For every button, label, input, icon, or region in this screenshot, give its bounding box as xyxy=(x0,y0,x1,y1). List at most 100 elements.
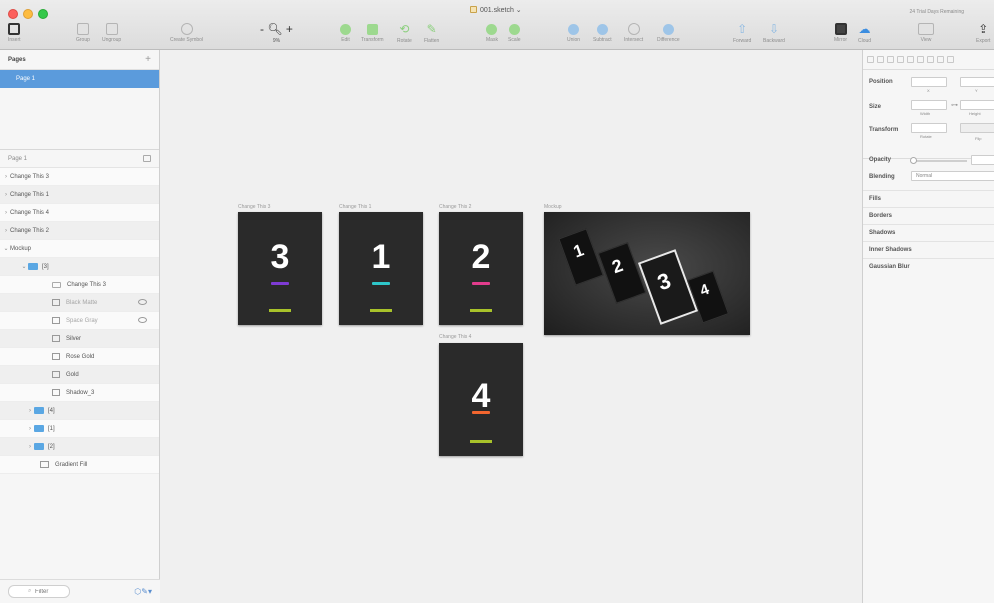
zoom-control[interactable]: - 🔍︎ + 9% xyxy=(260,22,293,44)
forward-button[interactable]: ⇧ Forward xyxy=(733,22,751,44)
backward-icon: ⇩ xyxy=(768,22,779,36)
subtract-button[interactable]: Subtract xyxy=(593,22,612,43)
mask-button[interactable]: Mask xyxy=(486,22,498,43)
inner-shadows-section[interactable]: Inner Shadows xyxy=(863,241,994,258)
gaussian-blur-section[interactable]: Gaussian Blur xyxy=(863,258,994,275)
transform-button[interactable]: Transform xyxy=(361,22,384,43)
align-bottom-icon[interactable] xyxy=(917,56,924,63)
eye-icon[interactable] xyxy=(138,317,147,323)
layer-row[interactable]: › [2] xyxy=(0,438,159,456)
insert-button[interactable]: Insert xyxy=(8,22,21,43)
rotate-field[interactable] xyxy=(911,123,947,133)
height-field[interactable] xyxy=(960,100,994,110)
flip-buttons[interactable] xyxy=(960,123,994,133)
align-center-icon[interactable] xyxy=(877,56,884,63)
artboard-change-this-4[interactable]: 4 xyxy=(439,343,523,456)
disclosure-arrow-icon[interactable]: › xyxy=(2,228,10,234)
disclosure-arrow-down-icon[interactable]: ⌄ xyxy=(20,263,28,270)
layer-row[interactable]: › Change This 2 xyxy=(0,222,159,240)
layer-row[interactable]: Gold xyxy=(0,366,159,384)
filter-input[interactable] xyxy=(8,585,70,598)
borders-section[interactable]: Borders xyxy=(863,207,994,224)
layer-row[interactable]: › Change This 4 xyxy=(0,204,159,222)
layer-row[interactable]: ⌄ Mockup xyxy=(0,240,159,258)
layer-label: Change This 3 xyxy=(67,281,106,288)
rotate-button[interactable]: ⟲ Rotate xyxy=(397,22,412,44)
scale-button[interactable]: Scale xyxy=(508,22,521,43)
distribute-vertical-icon[interactable] xyxy=(937,56,944,63)
artboard-title[interactable]: Mockup xyxy=(544,204,562,210)
artboard-change-this-2[interactable]: 2 xyxy=(439,212,523,325)
layer-row[interactable]: › [1] xyxy=(0,420,159,438)
filter-bar: ⌕ ⬡✎▾ xyxy=(0,579,160,603)
canvas[interactable]: Change This 3 3 Change This 1 1 Change T… xyxy=(160,50,862,603)
ungroup-label: Ungroup xyxy=(102,37,122,43)
view-button[interactable]: View xyxy=(918,22,934,43)
align-top-icon[interactable] xyxy=(897,56,904,63)
eye-icon[interactable] xyxy=(138,299,147,305)
shadows-section[interactable]: Shadows xyxy=(863,224,994,241)
opacity-field[interactable] xyxy=(971,155,994,165)
layer-row[interactable]: Silver xyxy=(0,330,159,348)
blending-select[interactable]: Normal xyxy=(911,171,994,181)
ungroup-button[interactable]: Ungroup xyxy=(102,22,121,43)
mirror-button[interactable]: Mirror xyxy=(834,22,847,43)
group-label: Group xyxy=(76,37,90,43)
disclosure-arrow-down-icon[interactable]: ⌄ xyxy=(2,245,10,252)
layer-row[interactable]: Shadow_3 xyxy=(0,384,159,402)
create-symbol-label: Create Symbol xyxy=(170,37,204,43)
difference-button[interactable]: Difference xyxy=(657,22,680,43)
flatten-button[interactable]: ✎ Flatten xyxy=(424,22,439,44)
align-left-icon[interactable] xyxy=(867,56,874,63)
artboard-title[interactable]: Change This 2 xyxy=(439,204,471,210)
add-page-button[interactable]: + xyxy=(145,54,151,65)
group-button[interactable]: Group xyxy=(76,22,90,43)
fills-section[interactable]: Fills xyxy=(863,190,994,207)
artboard-title[interactable]: Change This 4 xyxy=(439,334,471,340)
artboard-mockup[interactable]: 1 2 3 4 xyxy=(544,212,750,335)
layer-row[interactable]: ⌄ [3] xyxy=(0,258,159,276)
align-middle-icon[interactable] xyxy=(907,56,914,63)
position-x-field[interactable] xyxy=(911,77,947,87)
intersect-button[interactable]: Intersect xyxy=(624,22,643,43)
union-button[interactable]: Union xyxy=(567,22,580,43)
layer-row[interactable]: Rose Gold xyxy=(0,348,159,366)
export-button[interactable]: ⇪ Export xyxy=(976,22,990,44)
backward-button[interactable]: ⇩ Backward xyxy=(763,22,785,44)
distribute-horizontal-icon[interactable] xyxy=(927,56,934,63)
width-field[interactable] xyxy=(911,100,947,110)
blending-label: Blending xyxy=(869,174,895,180)
lock-ratio-icon[interactable]: ⊶ xyxy=(951,101,958,109)
minimize-window-button[interactable] xyxy=(23,9,33,19)
artboard-title[interactable]: Change This 3 xyxy=(238,204,270,210)
layer-row[interactable]: Black Matte xyxy=(0,294,159,312)
edit-button[interactable]: Edit xyxy=(340,22,351,43)
cloud-button[interactable]: ☁ Cloud xyxy=(858,22,871,44)
close-window-button[interactable] xyxy=(8,9,18,19)
filter-options-icon[interactable]: ⬡✎▾ xyxy=(134,587,152,596)
disclosure-arrow-icon[interactable]: › xyxy=(2,192,10,198)
collapse-layers-icon[interactable] xyxy=(143,155,151,162)
layer-row[interactable]: Space Gray xyxy=(0,312,159,330)
opacity-slider-knob[interactable] xyxy=(910,157,917,164)
artboard-change-this-1[interactable]: 1 xyxy=(339,212,423,325)
create-symbol-button[interactable]: Create Symbol xyxy=(170,22,203,43)
layer-row[interactable]: › Change This 3 xyxy=(0,168,159,186)
opacity-slider-track[interactable] xyxy=(911,160,967,162)
disclosure-arrow-icon[interactable]: › xyxy=(26,408,34,414)
disclosure-arrow-icon[interactable]: › xyxy=(2,210,10,216)
disclosure-arrow-icon[interactable]: › xyxy=(2,174,10,180)
disclosure-arrow-icon[interactable]: › xyxy=(26,444,34,450)
layer-row[interactable]: Change This 3 xyxy=(0,276,159,294)
align-extra-icon[interactable] xyxy=(947,56,954,63)
maximize-window-button[interactable] xyxy=(38,9,48,19)
artboard-change-this-3[interactable]: 3 xyxy=(238,212,322,325)
artboard-title[interactable]: Change This 1 xyxy=(339,204,371,210)
layer-row[interactable]: › [4] xyxy=(0,402,159,420)
page-item-selected[interactable]: Page 1 xyxy=(0,70,159,88)
layer-row[interactable]: › Change This 1 xyxy=(0,186,159,204)
disclosure-arrow-icon[interactable]: › xyxy=(26,426,34,432)
mockup-phone: 4 xyxy=(686,270,730,324)
align-right-icon[interactable] xyxy=(887,56,894,63)
position-y-field[interactable] xyxy=(960,77,994,87)
